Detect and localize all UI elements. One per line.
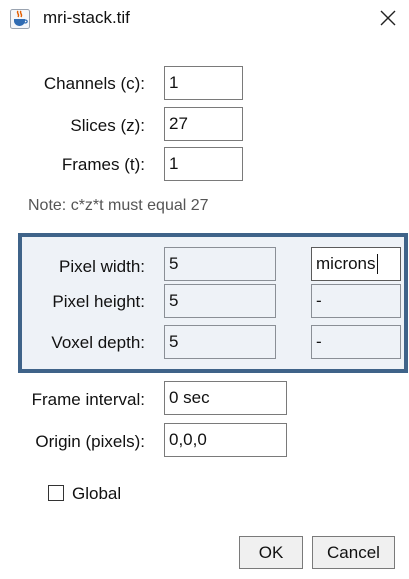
close-icon [380,10,396,26]
cancel-button[interactable]: Cancel [312,536,395,569]
channels-field[interactable] [164,66,243,100]
voxel-depth-unit-field[interactable] [311,325,401,359]
origin-field[interactable] [164,423,287,457]
text-cursor [376,254,378,274]
java-cup-icon [10,9,30,29]
frames-label: Frames (t): [61,155,145,174]
frame-interval-field[interactable] [164,381,287,415]
close-button[interactable] [372,4,404,32]
slices-label: Slices (z): [70,116,145,135]
frames-field[interactable] [164,147,243,181]
pixel-width-field[interactable] [164,247,276,281]
pixel-height-label: Pixel height: [52,292,145,311]
pixel-width-label: Pixel width: [59,257,145,276]
title-bar: mri-stack.tif [0,0,409,40]
origin-label: Origin (pixels): [35,432,145,451]
pixel-height-field[interactable] [164,284,276,318]
window-title: mri-stack.tif [43,8,130,27]
slices-field[interactable] [164,107,243,141]
channels-label: Channels (c): [43,74,145,93]
frame-interval-label: Frame interval: [31,390,145,409]
global-checkbox-label[interactable]: Global [72,484,121,504]
voxel-depth-label: Voxel depth: [51,333,145,352]
constraint-note: Note: c*z*t must equal 27 [28,197,209,214]
ok-button[interactable]: OK [239,536,303,569]
pixel-width-unit-text: microns [316,254,376,273]
pixel-width-unit-field[interactable]: microns [311,247,401,281]
pixel-height-unit-field[interactable] [311,284,401,318]
global-checkbox[interactable] [48,485,64,501]
voxel-depth-field[interactable] [164,325,276,359]
